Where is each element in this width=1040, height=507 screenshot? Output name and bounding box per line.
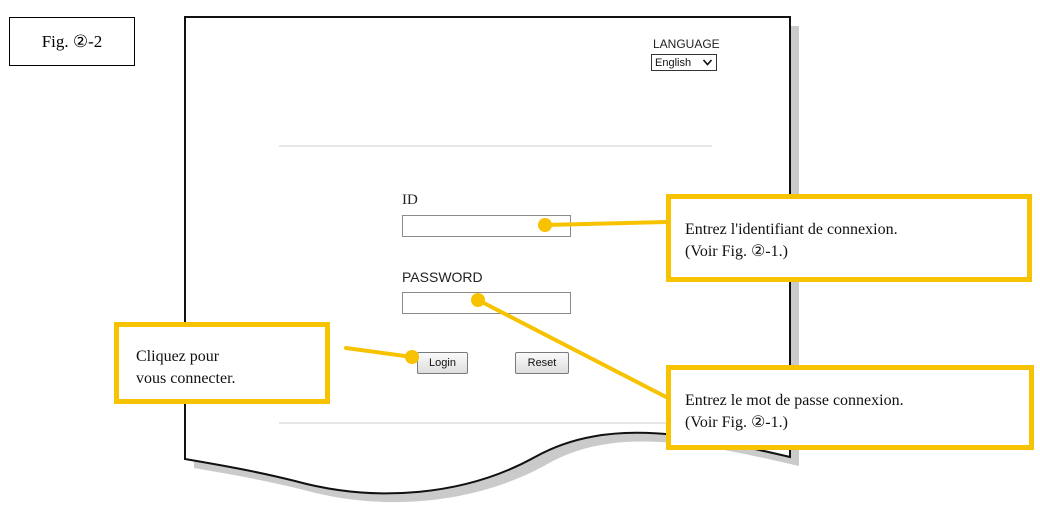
login-callout-line2: vous connecter. — [136, 370, 236, 387]
id-input[interactable] — [402, 215, 571, 237]
chevron-down-icon — [702, 55, 713, 73]
id-callout-line1: Entrez l'identifiant de connexion. — [685, 221, 898, 238]
login-button[interactable]: Login — [417, 352, 468, 374]
reset-button[interactable]: Reset — [515, 352, 569, 374]
password-callout-line2: (Voir Fig. ②-1.) — [685, 414, 788, 431]
id-callout-line2: (Voir Fig. ②-1.) — [685, 243, 788, 260]
password-label: PASSWORD — [402, 269, 483, 285]
id-callout: Entrez l'identifiant de connexion. (Voir… — [666, 194, 1032, 282]
password-callout: Entrez le mot de passe connexion. (Voir … — [666, 365, 1034, 450]
password-callout-line1: Entrez le mot de passe connexion. — [685, 392, 904, 409]
password-input[interactable] — [402, 292, 571, 314]
login-callout: Cliquez pour vous connecter. — [114, 322, 330, 404]
language-label: LANGUAGE — [653, 37, 720, 51]
language-select[interactable]: English — [651, 54, 717, 71]
login-callout-line1: Cliquez pour — [136, 348, 220, 365]
language-selected-value: English — [655, 56, 692, 69]
id-label: ID — [402, 192, 418, 208]
